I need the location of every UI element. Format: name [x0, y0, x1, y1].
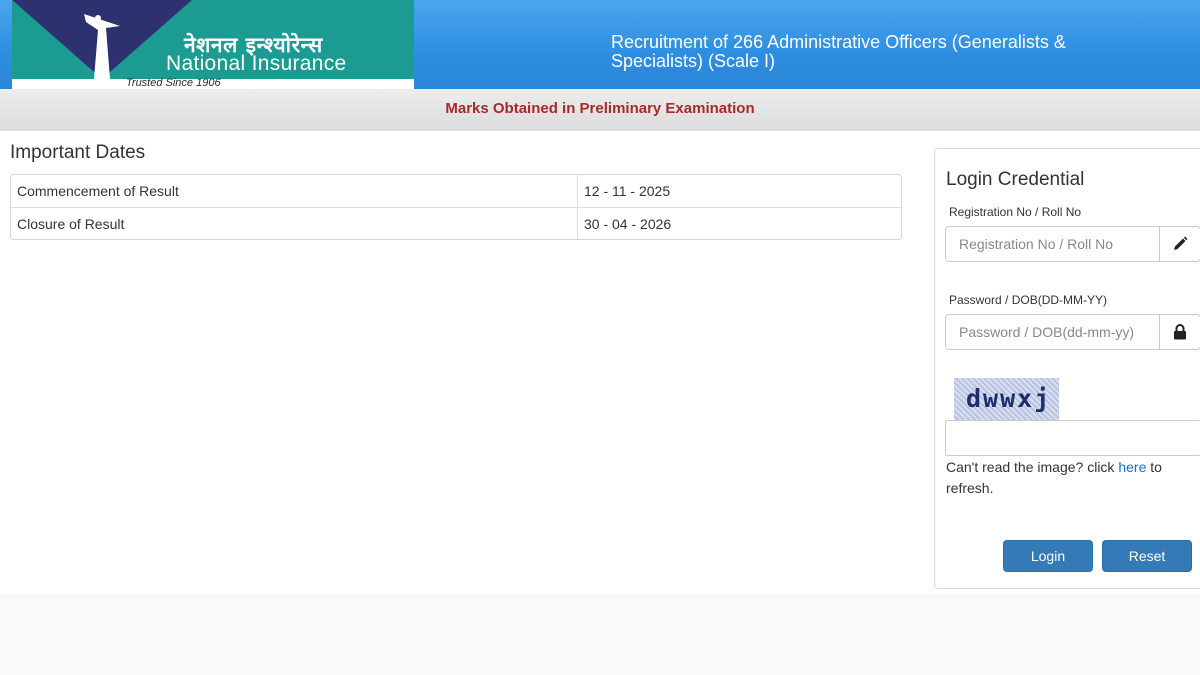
date-value: 12 - 11 - 2025: [577, 175, 901, 207]
password-input-group: [945, 314, 1200, 350]
login-panel: Login Credential Registration No / Roll …: [934, 148, 1200, 589]
table-row: Commencement of Result 12 - 11 - 2025: [11, 175, 901, 207]
registration-input[interactable]: [945, 226, 1159, 262]
subheader-band: Marks Obtained in Preliminary Examinatio…: [0, 89, 1200, 131]
lock-icon: [1159, 314, 1200, 350]
captcha-help-text: Can't read the image? click here to refr…: [946, 457, 1196, 499]
important-dates-table: Commencement of Result 12 - 11 - 2025 Cl…: [10, 174, 902, 240]
logo-tagline: Trusted Since 1906: [126, 77, 221, 89]
password-input[interactable]: [945, 314, 1159, 350]
captcha-input[interactable]: [945, 420, 1200, 456]
captcha-refresh-link[interactable]: here: [1118, 459, 1146, 475]
date-label: Closure of Result: [11, 207, 577, 239]
table-row: Closure of Result 30 - 04 - 2026: [11, 207, 901, 239]
important-dates-heading: Important Dates: [10, 142, 146, 163]
reset-button[interactable]: Reset: [1102, 540, 1192, 572]
registration-label: Registration No / Roll No: [949, 205, 1082, 219]
page-title: Marks Obtained in Preliminary Examinatio…: [445, 100, 755, 117]
date-value: 30 - 04 - 2026: [577, 207, 901, 239]
registration-input-group: [945, 226, 1200, 262]
national-insurance-logo: नेशनल इन्श्योरेन्स National Insurance Tr…: [12, 0, 414, 89]
captcha-help-prefix: Can't read the image? click: [946, 459, 1119, 475]
date-label: Commencement of Result: [17, 183, 179, 199]
captcha-image: dwwxj: [954, 378, 1059, 420]
login-button[interactable]: Login: [1003, 540, 1093, 572]
page-header: नेशनल इन्श्योरेन्स National Insurance Tr…: [0, 0, 1200, 89]
login-title: Login Credential: [946, 169, 1085, 190]
captcha-text: dwwxj: [966, 384, 1052, 413]
logo-english-name: National Insurance: [166, 52, 347, 75]
pencil-icon: [1159, 226, 1200, 262]
password-label: Password / DOB(DD-MM-YY): [949, 293, 1108, 307]
recruitment-title: Recruitment of 266 Administrative Office…: [611, 32, 1066, 71]
footer-area: [0, 593, 1200, 675]
